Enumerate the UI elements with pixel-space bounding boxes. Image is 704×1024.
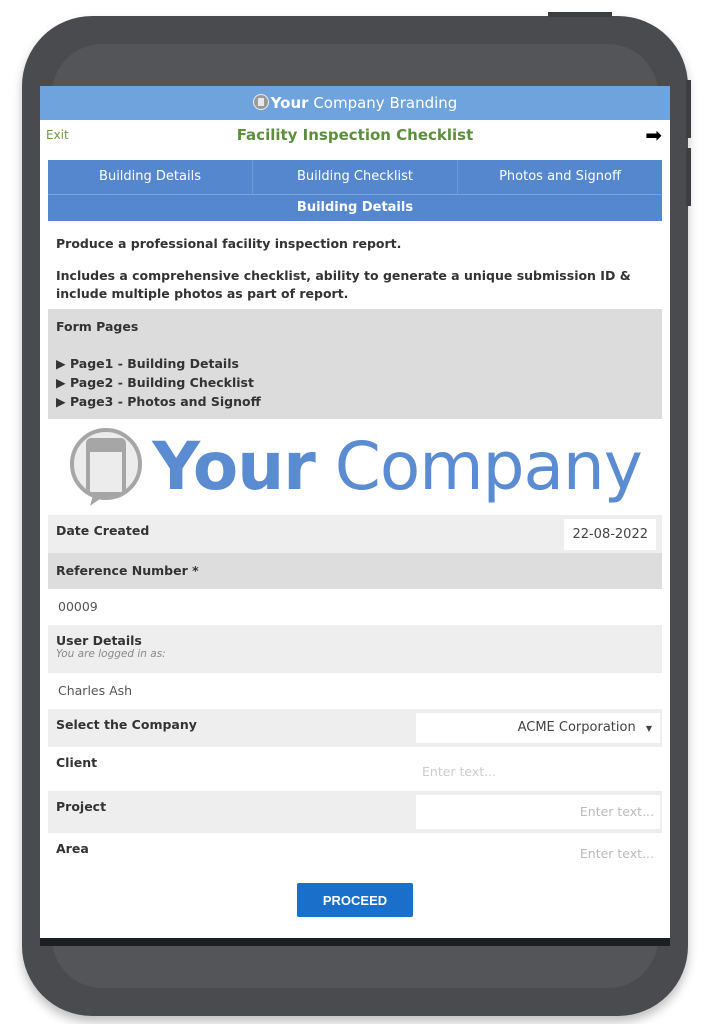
logo-rest: Company bbox=[314, 428, 643, 505]
intro-line-1: Produce a professional facility inspecti… bbox=[56, 236, 402, 251]
area-input[interactable]: Enter text... bbox=[416, 837, 660, 871]
company-select-value: ACME Corporation bbox=[517, 720, 636, 735]
section-header: Building Details bbox=[48, 194, 662, 221]
form-pages-title: Form Pages bbox=[56, 319, 139, 334]
date-created-row: Date Created 22-08-2022 bbox=[48, 515, 662, 553]
company-select[interactable]: ACME Corporation ▼ bbox=[416, 713, 660, 743]
device-side-button-1 bbox=[686, 80, 691, 138]
reference-number-row: Reference Number * bbox=[48, 553, 662, 589]
area-row: Area Enter text... bbox=[48, 833, 662, 873]
branding-bold: Your bbox=[270, 94, 309, 112]
form-page-item: ▶ Page1 - Building Details bbox=[56, 356, 239, 371]
proceed-button[interactable]: PROCEED bbox=[297, 883, 413, 917]
user-name-value: Charles Ash bbox=[58, 683, 133, 698]
reference-number-value: 00009 bbox=[58, 599, 98, 614]
company-logo-icon bbox=[252, 94, 269, 110]
logo-bold: Your bbox=[152, 428, 316, 505]
page-tabs: Building Details Building Checklist Phot… bbox=[48, 160, 662, 194]
company-logo: Your Company bbox=[40, 419, 670, 515]
page-title: Facility Inspection Checklist bbox=[236, 126, 474, 144]
app-screen: Your Company Branding Exit Facility Insp… bbox=[40, 86, 670, 938]
intro-line-2: Includes a comprehensive checklist, abil… bbox=[56, 268, 631, 301]
branding-text: Company Branding bbox=[308, 94, 458, 112]
user-details-row: User Details You are logged in as: bbox=[48, 625, 662, 673]
tab-building-details[interactable]: Building Details bbox=[48, 160, 253, 194]
chevron-down-icon: ▼ bbox=[645, 724, 652, 733]
form-page-item: ▶ Page2 - Building Checklist bbox=[56, 375, 254, 390]
tab-building-checklist[interactable]: Building Checklist bbox=[253, 160, 458, 194]
date-created-field[interactable]: 22-08-2022 bbox=[564, 519, 656, 550]
project-row: Project Enter text... bbox=[48, 791, 662, 833]
tab-photos-and-signoff[interactable]: Photos and Signoff bbox=[458, 160, 662, 194]
company-row: Select the Company ACME Corporation ▼ bbox=[48, 709, 662, 747]
company-logo-text: Your Company bbox=[152, 434, 643, 500]
project-input[interactable]: Enter text... bbox=[416, 795, 660, 829]
title-row: Exit Facility Inspection Checklist ➡ bbox=[40, 120, 670, 152]
form-pages-panel: Form Pages ▶ Page1 - Building Details ▶ … bbox=[48, 309, 662, 419]
branding-bar: Your Company Branding bbox=[40, 86, 670, 120]
intro-text: Produce a professional facility inspecti… bbox=[40, 221, 670, 309]
user-name-row: Charles Ash bbox=[48, 673, 662, 709]
device-top-button bbox=[548, 12, 612, 17]
company-logo-icon bbox=[70, 428, 143, 506]
arrow-right-icon[interactable]: ➡ bbox=[645, 125, 662, 145]
form-page-item: ▶ Page3 - Photos and Signoff bbox=[56, 394, 261, 409]
reference-number-label: Reference Number * bbox=[56, 563, 199, 578]
reference-number-value-row: 00009 bbox=[48, 589, 662, 625]
client-input[interactable]: Enter text... bbox=[416, 755, 660, 789]
user-details-sublabel: You are logged in as: bbox=[56, 648, 166, 660]
device-side-button-2 bbox=[686, 148, 691, 206]
screen-bottom-edge bbox=[40, 938, 670, 946]
client-row: Client Enter text... bbox=[48, 747, 662, 791]
